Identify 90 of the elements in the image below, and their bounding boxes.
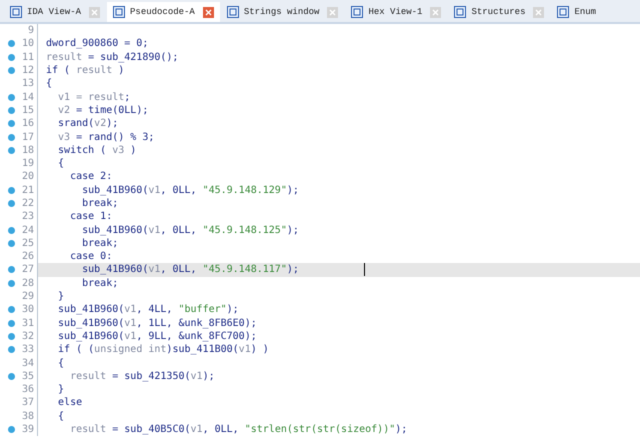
- text-cursor: [364, 263, 365, 276]
- code-line: sub_41B960(v1, 4LL, "buffer");: [57, 304, 239, 316]
- code-line: {: [57, 158, 64, 170]
- window-icon: [351, 6, 364, 18]
- close-icon[interactable]: [202, 6, 214, 18]
- code-line: case 1:: [69, 211, 112, 222]
- breakpoint-dot[interactable]: [8, 54, 15, 61]
- line-number: 27: [22, 264, 34, 276]
- line-number: 38: [22, 410, 34, 422]
- breakpoint-dot[interactable]: [8, 240, 15, 247]
- code-line: v3 = rand() % 3;: [57, 132, 154, 143]
- breakpoint-dot[interactable]: [8, 226, 15, 234]
- breakpoint-dot[interactable]: [8, 426, 15, 434]
- line-number: 21: [22, 184, 34, 196]
- line-number: 37: [22, 397, 34, 408]
- line-number: 13: [22, 78, 34, 90]
- code-line: }: [57, 384, 64, 396]
- line-number: 26: [22, 251, 34, 262]
- code-line: result = sub_421890();: [46, 52, 178, 63]
- line-number: 9: [28, 25, 34, 36]
- breakpoint-dot[interactable]: [8, 134, 15, 141]
- code-line: }: [57, 291, 64, 302]
- breakpoint-dot[interactable]: [8, 266, 15, 274]
- code-line: break;: [81, 238, 118, 249]
- breakpoint-dot[interactable]: [8, 346, 15, 354]
- line-number: 39: [22, 424, 34, 436]
- line-number: 36: [22, 384, 34, 396]
- code-line: case 2:: [69, 171, 112, 182]
- code-line: if ( (unsigned int)sub_411B00(v1) ): [57, 344, 269, 356]
- breakpoint-dot[interactable]: [8, 372, 15, 380]
- window-icon: [10, 6, 22, 18]
- breakpoint-dot[interactable]: [8, 200, 15, 207]
- line-number: 31: [22, 318, 34, 329]
- line-number: 11: [22, 52, 34, 63]
- line-number: 25: [22, 238, 34, 249]
- breakpoint-dot[interactable]: [8, 67, 15, 74]
- code-line: sub_41B960(v1, 0LL, "45.9.148.117");: [81, 264, 299, 276]
- code-line: sub_41B960(v1, 0LL, "45.9.148.125");: [81, 224, 299, 236]
- breakpoint-dot[interactable]: [8, 186, 15, 194]
- code-line: switch ( v3 ): [57, 144, 136, 156]
- line-number: 34: [22, 358, 34, 369]
- breakpoint-dot[interactable]: [8, 94, 15, 101]
- code-line: case 0:: [69, 251, 112, 262]
- breakpoint-dot[interactable]: [8, 146, 15, 154]
- code-line: break;: [81, 198, 118, 209]
- code-line: else: [57, 397, 82, 408]
- code-line: srand(v2);: [57, 118, 118, 130]
- code-line: {: [57, 410, 64, 422]
- code-line: v1 = result;: [57, 92, 130, 103]
- line-number: 12: [22, 65, 34, 76]
- code-line: sub_41B960(v1, 9LL, &unk_8FC700);: [57, 330, 257, 342]
- line-number: 18: [22, 144, 34, 156]
- code-line: {: [57, 358, 64, 369]
- code-line: result = sub_40B5C0(v1, 0LL, "strlen(str(str(sizeof))");: [69, 424, 408, 436]
- breakpoint-dot[interactable]: [8, 106, 15, 114]
- code-line: if ( result ): [46, 65, 124, 76]
- line-number: 15: [22, 104, 34, 116]
- line-number: 28: [22, 278, 34, 289]
- line-number: 32: [22, 330, 34, 342]
- line-number: 10: [22, 38, 34, 50]
- line-number: 29: [22, 291, 34, 302]
- breakpoint-dot[interactable]: [8, 120, 15, 128]
- line-number: 30: [22, 304, 34, 316]
- window-icon: [557, 6, 570, 18]
- window-icon: [454, 6, 466, 18]
- window-icon: [226, 6, 239, 18]
- breakpoint-dot[interactable]: [8, 280, 15, 287]
- code-line: break;: [81, 278, 118, 289]
- code-line: dword_900860 = 0;: [46, 38, 148, 50]
- line-number: 16: [22, 118, 34, 130]
- breakpoint-dot[interactable]: [8, 332, 15, 340]
- tab[interactable]: Pseudocode-A: [107, 2, 220, 22]
- line-number: 17: [22, 132, 34, 143]
- code-line: sub_41B960(v1, 1LL, &unk_8FB6E0);: [57, 318, 257, 329]
- breakpoint-dot[interactable]: [8, 306, 15, 314]
- code-line: result = sub_421350(v1);: [69, 370, 215, 382]
- line-number: 23: [22, 211, 34, 222]
- window-icon: [113, 6, 126, 18]
- line-number: 35: [22, 370, 34, 382]
- code-line: v2 = time(0LL);: [57, 104, 148, 116]
- breakpoint-dot[interactable]: [8, 320, 15, 327]
- line-number: 24: [22, 224, 34, 236]
- line-number: 19: [22, 158, 34, 170]
- line-number: 20: [22, 171, 34, 182]
- line-number: 22: [22, 198, 34, 209]
- breakpoint-dot[interactable]: [8, 40, 15, 48]
- line-number: 14: [22, 92, 34, 103]
- code-line: sub_41B960(v1, 0LL, "45.9.148.129");: [81, 184, 299, 196]
- line-number: 33: [22, 344, 34, 356]
- code-line: {: [46, 78, 52, 90]
